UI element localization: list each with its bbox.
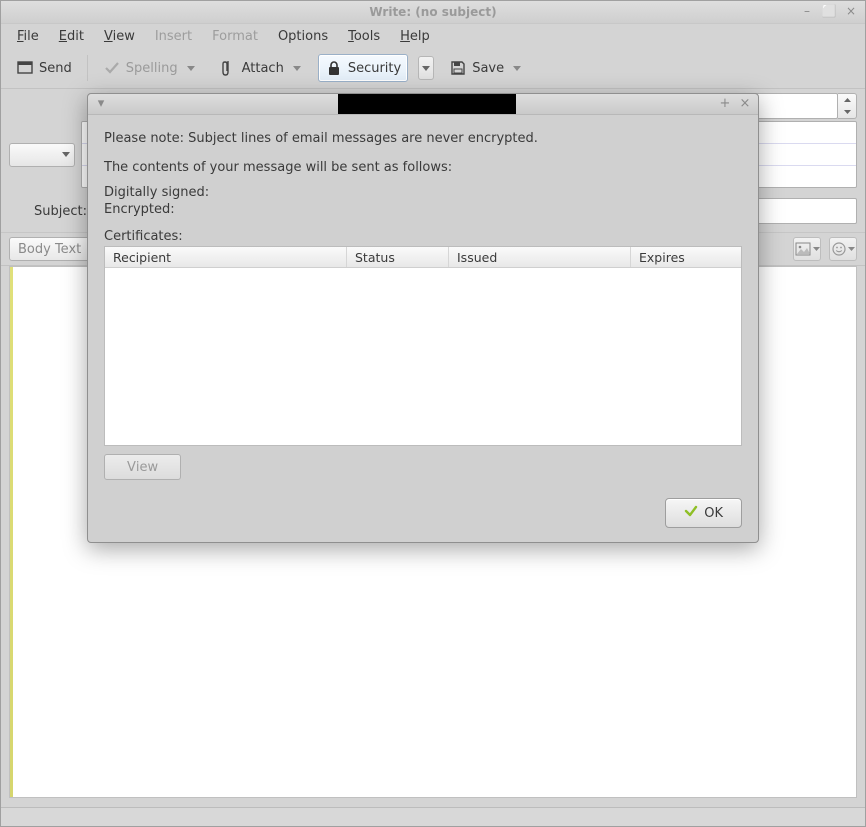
send-icon	[16, 59, 34, 77]
certificates-label: Certificates:	[104, 229, 742, 244]
signed-text: Digitally signed:	[104, 185, 742, 200]
editor-margin-strip	[10, 267, 13, 797]
security-dropdown-icon[interactable]	[418, 56, 434, 80]
col-recipient[interactable]: Recipient	[105, 247, 347, 267]
dialog-titlebar: ▾ + ×	[88, 94, 758, 115]
window-title: Write: (no subject)	[369, 5, 496, 19]
toolbar-separator	[87, 55, 88, 81]
menu-help[interactable]: Help	[390, 26, 440, 47]
subject-label: Subject:	[9, 204, 93, 219]
send-button[interactable]: Send	[9, 54, 79, 82]
toolbar: Send Spelling Attach Security	[1, 48, 865, 89]
titlebar: Write: (no subject) – ⬜ ×	[1, 1, 865, 24]
view-certificate-button: View	[104, 454, 181, 480]
spelling-button[interactable]: Spelling	[96, 52, 204, 84]
from-spinner[interactable]	[838, 93, 857, 119]
ok-check-icon	[684, 504, 698, 522]
save-icon	[449, 59, 467, 77]
paperclip-icon	[219, 59, 237, 77]
menu-file[interactable]: File	[7, 26, 49, 47]
note-text: Please note: Subject lines of email mess…	[104, 131, 742, 146]
attach-dropdown-icon[interactable]	[291, 57, 303, 79]
contents-text: The contents of your message will be sen…	[104, 160, 742, 175]
window-controls: – ⬜ ×	[799, 3, 859, 19]
emoji-insert-button[interactable]	[829, 237, 857, 261]
menu-view[interactable]: View	[94, 26, 145, 47]
close-button[interactable]: ×	[843, 3, 859, 19]
image-insert-button[interactable]	[793, 237, 821, 261]
ok-button[interactable]: OK	[665, 498, 742, 528]
check-icon	[103, 59, 121, 77]
menu-options[interactable]: Options	[268, 26, 338, 47]
view-button-row: View	[104, 454, 742, 480]
spelling-dropdown-icon[interactable]	[185, 57, 197, 79]
dialog-expand-button[interactable]: +	[718, 96, 732, 110]
dialog-title-redacted	[338, 94, 516, 114]
recipient-type-dropdown[interactable]	[9, 143, 75, 167]
col-expires[interactable]: Expires	[631, 247, 741, 267]
table-header: Recipient Status Issued Expires	[105, 247, 741, 268]
attach-button[interactable]: Attach	[212, 52, 310, 84]
certificates-table[interactable]: Recipient Status Issued Expires	[104, 246, 742, 446]
format-right-group	[793, 237, 857, 261]
save-button[interactable]: Save	[442, 52, 530, 84]
maximize-button[interactable]: ⬜	[821, 3, 837, 19]
ok-row: OK	[104, 498, 742, 528]
dialog-body: Please note: Subject lines of email mess…	[88, 115, 758, 542]
statusbar	[1, 807, 865, 826]
menu-format: Format	[202, 26, 268, 47]
lock-icon	[325, 59, 343, 77]
menu-edit[interactable]: Edit	[49, 26, 94, 47]
dialog-menu-icon[interactable]: ▾	[94, 96, 108, 110]
encrypted-text: Encrypted:	[104, 202, 742, 217]
security-button[interactable]: Security	[318, 54, 408, 82]
dialog-close-button[interactable]: ×	[738, 96, 752, 110]
menubar: File Edit View Insert Format Options Too…	[1, 24, 865, 48]
compose-window: Write: (no subject) – ⬜ × File Edit View…	[0, 0, 866, 827]
col-issued[interactable]: Issued	[449, 247, 631, 267]
menu-insert: Insert	[145, 26, 202, 47]
save-dropdown-icon[interactable]	[511, 57, 523, 79]
menu-tools[interactable]: Tools	[338, 26, 390, 47]
minimize-button[interactable]: –	[799, 3, 815, 19]
security-info-dialog: ▾ + × Please note: Subject lines of emai…	[87, 93, 759, 543]
col-status[interactable]: Status	[347, 247, 449, 267]
